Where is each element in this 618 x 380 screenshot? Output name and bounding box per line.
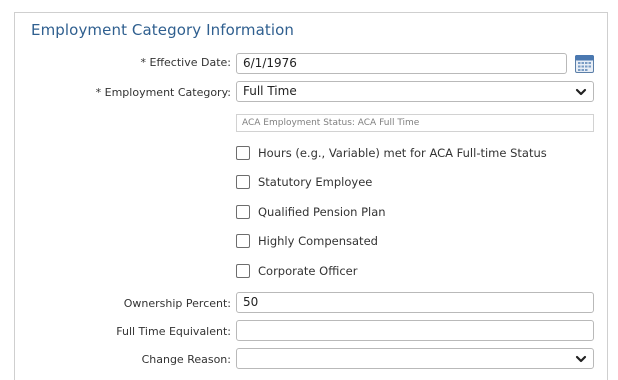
effective-date-input[interactable]: 6/1/1976 [236, 53, 567, 74]
effective-date-value: 6/1/1976 [243, 56, 297, 70]
employment-category-select[interactable]: Full Time [236, 81, 594, 102]
calendar-icon[interactable] [575, 54, 594, 73]
full-time-equivalent-input[interactable] [236, 320, 594, 341]
checkbox-row-statutory[interactable]: Statutory Employee [236, 174, 372, 190]
aca-hours-label: Hours (e.g., Variable) met for ACA Full-… [258, 146, 547, 160]
qualified-pension-label: Qualified Pension Plan [258, 205, 386, 219]
employment-category-label: * Employment Category: [95, 86, 231, 99]
checkbox-row-pension[interactable]: Qualified Pension Plan [236, 204, 386, 220]
change-reason-label: Change Reason: [141, 353, 231, 366]
aca-hours-checkbox[interactable] [236, 146, 250, 160]
ownership-percent-input[interactable]: 50 [236, 292, 594, 313]
corporate-officer-checkbox[interactable] [236, 264, 250, 278]
full-time-equivalent-label: Full Time Equivalent: [116, 325, 231, 338]
change-reason-select[interactable] [236, 348, 594, 369]
employment-category-value: Full Time [243, 84, 297, 98]
highly-compensated-label: Highly Compensated [258, 234, 378, 248]
chevron-down-icon [575, 88, 587, 96]
statutory-employee-checkbox[interactable] [236, 175, 250, 189]
highly-compensated-checkbox[interactable] [236, 234, 250, 248]
chevron-down-icon [575, 355, 587, 363]
statutory-employee-label: Statutory Employee [258, 175, 373, 189]
checkbox-row-aca-hours[interactable]: Hours (e.g., Variable) met for ACA Full-… [236, 145, 547, 161]
qualified-pension-checkbox[interactable] [236, 205, 250, 219]
effective-date-label: * Effective Date: [140, 56, 231, 69]
checkbox-row-highly-comp[interactable]: Highly Compensated [236, 233, 378, 249]
section-title: Employment Category Information [31, 21, 295, 39]
aca-employment-status: ACA Employment Status: ACA Full Time [236, 114, 594, 132]
ownership-percent-label: Ownership Percent: [123, 297, 231, 310]
checkbox-row-officer[interactable]: Corporate Officer [236, 263, 357, 279]
corporate-officer-label: Corporate Officer [258, 264, 358, 278]
ownership-percent-value: 50 [243, 295, 259, 309]
